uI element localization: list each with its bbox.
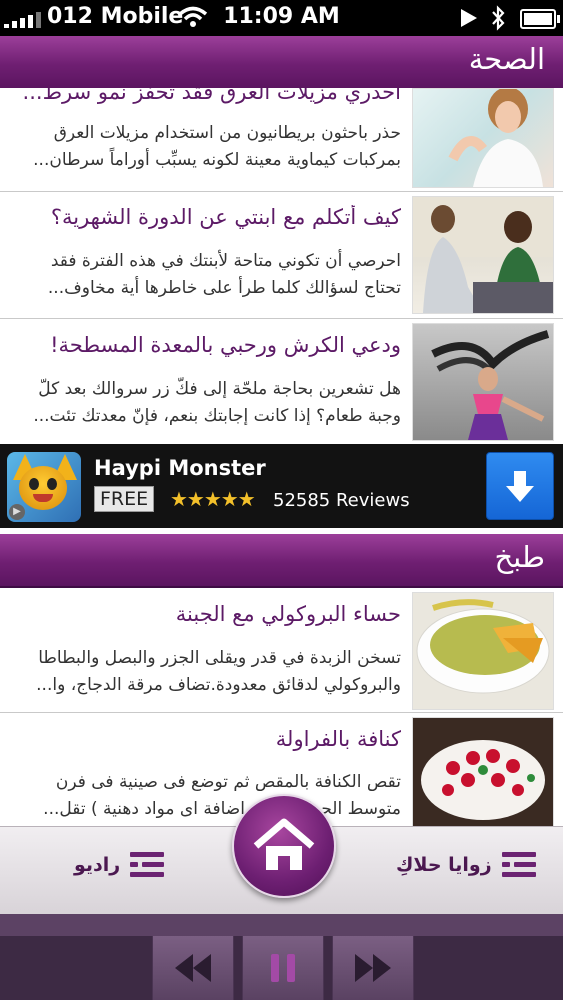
article-excerpt: احرصي أن تكوني متاحة لأبنتك في هذه الفتر… bbox=[10, 248, 401, 302]
play-icon: ▶ bbox=[9, 504, 25, 520]
section-title: طبخ bbox=[494, 540, 545, 574]
star-rating-icon: ★★★★★ bbox=[170, 487, 256, 511]
excerpt-line: تحتاج لسؤالك كلما طرأ على خاطرها أية مخا… bbox=[47, 278, 401, 298]
tab-zawaya-halak[interactable]: زوايا حلاكِ bbox=[396, 849, 536, 881]
excerpt-line: حذر باحثون بريطانيون من استخدام مزيلات ا… bbox=[53, 123, 401, 143]
article-thumbnail bbox=[412, 323, 554, 441]
tab-label: زوايا حلاكِ bbox=[396, 854, 492, 876]
pause-button[interactable] bbox=[242, 936, 324, 1000]
excerpt-line: احرصي أن تكوني متاحة لأبنتك في هذه الفتر… bbox=[50, 251, 401, 271]
article-title: ودعي الكرش ورحبي بالمعدة المسطحة! bbox=[50, 333, 401, 357]
excerpt-line: هل تشعرين بحاجة ملحّة إلى فكّ زر سروالك … bbox=[38, 379, 401, 399]
excerpt-line: بمركبات كيماوية معينة لكونه يسبِّب أورام… bbox=[33, 150, 401, 170]
excerpt-line: وجبة طعام؟ إذا كانت إجابتك بنعم، فإنّ مع… bbox=[33, 406, 401, 426]
media-player bbox=[0, 914, 563, 1000]
article-thumbnail bbox=[412, 717, 554, 826]
battery-icon bbox=[520, 9, 560, 29]
clock: 11:09 AM bbox=[223, 4, 340, 29]
home-icon bbox=[253, 818, 315, 870]
article-title: كيف أتكلم مع ابنتي عن الدورة الشهرية؟ bbox=[50, 205, 401, 229]
rewind-button[interactable] bbox=[152, 936, 234, 1000]
excerpt-line: والبروكولي لدقائق معدودة.تضاف مرقة الدجا… bbox=[36, 675, 401, 695]
article-list-item[interactable]: ودعي الكرش ورحبي بالمعدة المسطحة! هل تشع… bbox=[0, 319, 563, 445]
pause-icon bbox=[271, 954, 295, 982]
ad-price-badge: FREE bbox=[94, 486, 155, 512]
now-playing-icon bbox=[461, 9, 477, 27]
article-thumbnail bbox=[412, 88, 554, 188]
ad-app-name: Haypi Monster bbox=[94, 456, 266, 480]
section-header-cooking: طبخ bbox=[0, 534, 563, 588]
list-icon bbox=[501, 849, 536, 881]
article-list-item[interactable]: كيف أتكلم مع ابنتي عن الدورة الشهرية؟ اح… bbox=[0, 192, 563, 319]
rewind-icon bbox=[175, 954, 211, 982]
tab-label: راديو bbox=[74, 854, 121, 876]
ad-banner[interactable]: ▶ Haypi Monster FREE ★★★★★ 52585 Reviews bbox=[0, 444, 563, 528]
section-header-health: الصحة bbox=[0, 36, 563, 90]
fast-forward-button[interactable] bbox=[332, 936, 414, 1000]
article-list-item[interactable]: حساء البروكولي مع الجبنة تسخن الزبدة في … bbox=[0, 588, 563, 713]
status-bar: 012 Mobile 11:09 AM bbox=[0, 0, 563, 36]
download-arrow-icon bbox=[506, 471, 534, 502]
section-title: الصحة bbox=[468, 42, 545, 76]
ad-review-count: 52585 Reviews bbox=[273, 490, 410, 511]
excerpt-line: متوسط الحرارة بدون اضافة اى مواد دهنية )… bbox=[43, 799, 401, 819]
article-list-item[interactable]: احذري مزيلات العرق فقد تحفّز نمو سرط... … bbox=[0, 88, 563, 192]
list-icon bbox=[130, 849, 165, 881]
article-thumbnail bbox=[412, 196, 554, 314]
article-title: كنافة بالفراولة bbox=[275, 727, 401, 751]
article-excerpt: تسخن الزبدة في قدر ويقلى الجزر والبصل وا… bbox=[10, 645, 401, 699]
article-title: احذري مزيلات العرق فقد تحفّز نمو سرط... bbox=[22, 88, 401, 104]
article-excerpt: هل تشعرين بحاجة ملحّة إلى فكّ زر سروالك … bbox=[10, 376, 401, 430]
article-thumbnail bbox=[412, 592, 554, 710]
bluetooth-icon bbox=[492, 5, 505, 31]
download-button[interactable] bbox=[486, 452, 554, 520]
home-button[interactable] bbox=[232, 794, 336, 898]
tab-radio[interactable]: راديو bbox=[74, 849, 165, 881]
article-excerpt: حذر باحثون بريطانيون من استخدام مزيلات ا… bbox=[10, 120, 401, 174]
excerpt-line: تقص الكنافة بالمقص ثم توضع فى صينية فى ف… bbox=[55, 772, 401, 792]
fast-forward-icon bbox=[355, 954, 391, 982]
article-title: حساء البروكولي مع الجبنة bbox=[175, 602, 401, 626]
app-icon[interactable]: ▶ bbox=[7, 452, 81, 522]
article-excerpt: تقص الكنافة بالمقص ثم توضع فى صينية فى ف… bbox=[10, 769, 401, 823]
excerpt-line: تسخن الزبدة في قدر ويقلى الجزر والبصل وا… bbox=[38, 648, 401, 668]
